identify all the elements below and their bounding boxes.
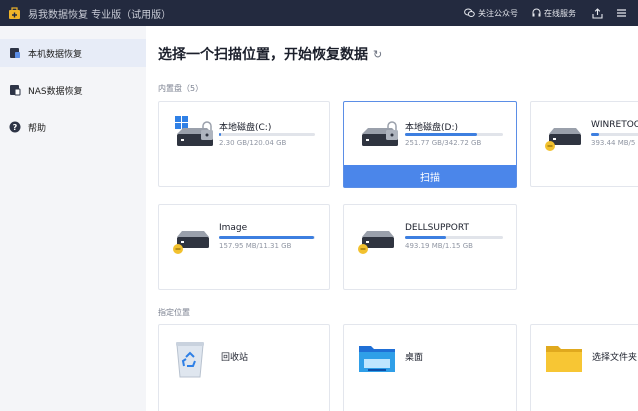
drive-name: WINRETOOLS bbox=[591, 120, 638, 130]
usage-fill bbox=[219, 133, 221, 136]
removable-drive-icon bbox=[358, 227, 398, 261]
local-recovery-icon bbox=[8, 46, 22, 60]
scan-button[interactable]: 扫描 bbox=[344, 165, 516, 187]
builtin-drives-label: 内置盘（5） bbox=[158, 84, 204, 93]
svg-text:?: ? bbox=[13, 123, 18, 132]
usage-bar bbox=[219, 133, 315, 136]
location-card-select-folder[interactable]: 选择文件夹 bbox=[530, 324, 638, 411]
specified-location-label: 指定位置 bbox=[158, 308, 190, 317]
drive-name: DELLSUPPORT bbox=[405, 223, 469, 233]
drive-card-winretools[interactable]: WINRETOOLS 393.44 MB/5 bbox=[530, 101, 638, 187]
headset-icon bbox=[532, 8, 541, 17]
drive-card-image[interactable]: Image 157.95 MB/11.31 GB bbox=[158, 204, 330, 290]
sidebar-item-label: 帮助 bbox=[28, 123, 47, 134]
drive-name: 本地磁盘(D:) bbox=[405, 123, 458, 133]
location-name: 选择文件夹 bbox=[592, 353, 638, 363]
drive-size: 157.95 MB/11.31 GB bbox=[219, 242, 292, 250]
follow-wechat-link[interactable]: 关注公众号 bbox=[464, 8, 518, 19]
location-card-recycle-bin[interactable]: 回收站 bbox=[158, 324, 330, 411]
system-drive-icon bbox=[173, 116, 221, 156]
sidebar: 本机数据恢复 NAS数据恢复 ? 帮助 bbox=[0, 26, 146, 411]
online-service-link[interactable]: 在线服务 bbox=[532, 8, 576, 19]
drive-size: 2.30 GB/120.04 GB bbox=[219, 139, 287, 147]
refresh-icon[interactable]: ↻ bbox=[373, 48, 382, 61]
usage-fill bbox=[405, 236, 447, 239]
usage-bar bbox=[405, 133, 503, 136]
drive-card-d[interactable]: 本地磁盘(D:) 251.77 GB/342.72 GB 扫描 bbox=[343, 101, 517, 188]
drive-size: 393.44 MB/5 bbox=[591, 139, 636, 147]
desktop-folder-icon bbox=[358, 343, 396, 377]
main-panel: 选择一个扫描位置，开始恢复数据 ↻ 内置盘（5） 本地磁盘(C:) 2.30 G… bbox=[146, 26, 638, 411]
app-title: 易我数据恢复 专业版（试用版） bbox=[28, 9, 172, 21]
page-title: 选择一个扫描位置，开始恢复数据 ↻ bbox=[158, 47, 383, 63]
usage-bar bbox=[591, 133, 638, 136]
wechat-icon bbox=[464, 8, 475, 17]
drive-card-c[interactable]: 本地磁盘(C:) 2.30 GB/120.04 GB bbox=[158, 101, 330, 187]
location-name: 回收站 bbox=[221, 353, 249, 363]
menu-icon[interactable] bbox=[614, 6, 628, 20]
title-bar: 易我数据恢复 专业版（试用版） 关注公众号 在线服务 bbox=[0, 0, 638, 26]
sidebar-item-local-recovery[interactable]: 本机数据恢复 bbox=[0, 39, 146, 67]
usage-bar bbox=[219, 236, 315, 239]
recycle-bin-icon bbox=[173, 339, 207, 383]
nas-recovery-icon bbox=[8, 83, 22, 97]
drive-name: Image bbox=[219, 223, 248, 233]
location-card-desktop[interactable]: 桌面 bbox=[343, 324, 517, 411]
usage-fill bbox=[405, 133, 477, 136]
usage-fill bbox=[591, 133, 599, 136]
removable-drive-icon bbox=[545, 124, 585, 158]
export-icon[interactable] bbox=[590, 6, 604, 20]
follow-wechat-label: 关注公众号 bbox=[478, 8, 518, 18]
sidebar-item-label: 本机数据恢复 bbox=[28, 49, 83, 60]
folder-icon bbox=[545, 343, 583, 377]
drive-size: 251.77 GB/342.72 GB bbox=[405, 139, 482, 147]
locked-drive-icon bbox=[358, 116, 406, 156]
usage-fill bbox=[219, 236, 315, 239]
usage-bar bbox=[405, 236, 503, 239]
app-logo-icon bbox=[7, 6, 21, 20]
removable-drive-icon bbox=[173, 227, 213, 261]
drive-name: 本地磁盘(C:) bbox=[219, 123, 272, 133]
help-icon: ? bbox=[8, 120, 22, 134]
sidebar-item-help[interactable]: ? 帮助 bbox=[0, 113, 146, 141]
drive-size: 493.19 MB/1.15 GB bbox=[405, 242, 473, 250]
sidebar-item-label: NAS数据恢复 bbox=[28, 86, 83, 97]
online-service-label: 在线服务 bbox=[544, 8, 576, 18]
sidebar-item-nas-recovery[interactable]: NAS数据恢复 bbox=[0, 76, 146, 104]
location-name: 桌面 bbox=[405, 353, 424, 363]
drive-card-dellsupport[interactable]: DELLSUPPORT 493.19 MB/1.15 GB bbox=[343, 204, 517, 290]
